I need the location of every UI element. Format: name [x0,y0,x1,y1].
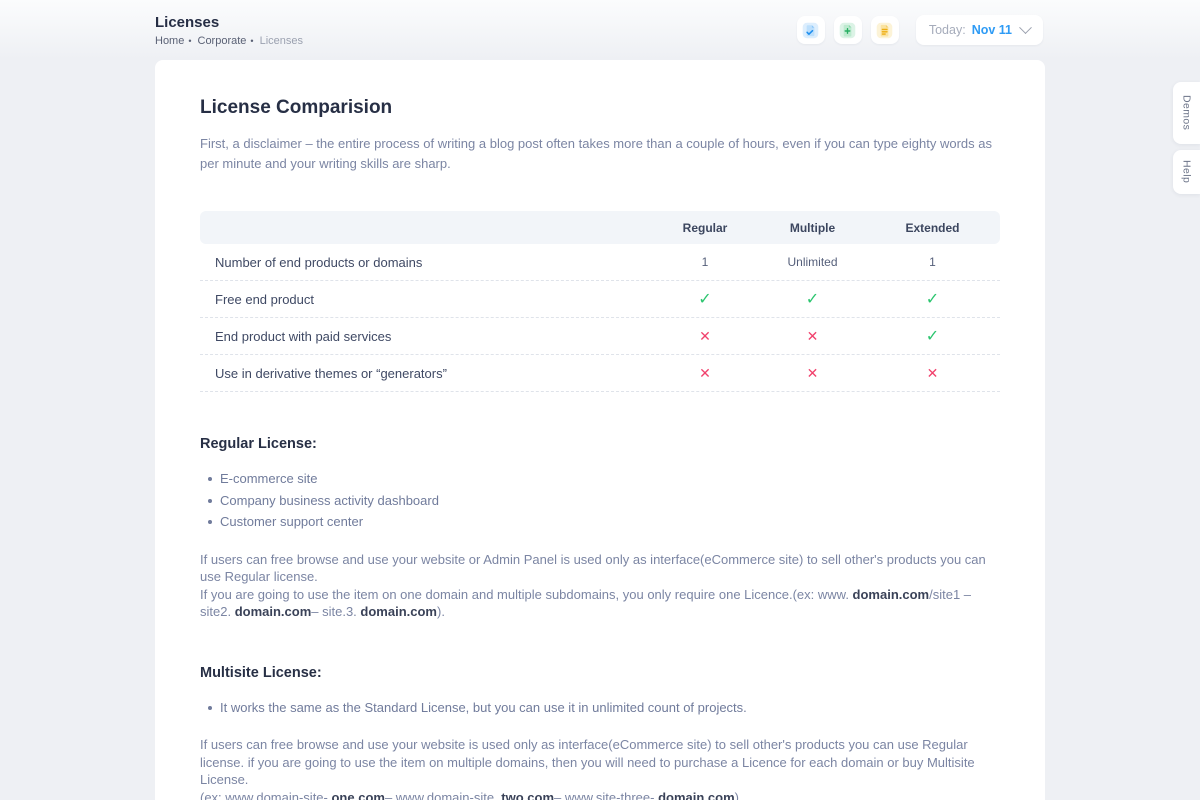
comparison-table: Regular Multiple Extended Number of end … [200,211,1000,392]
list-item: Customer support center [208,511,1000,533]
section-paragraph: If users can free browse and use your we… [200,736,1000,789]
doc-check-icon [802,22,819,39]
paragraph-text: (ex: www.domain-site- [200,790,331,800]
paragraph-text: ). [437,604,445,619]
emphasized-text: domain.com [235,604,312,619]
table-row: End product with paid services✕✕✓ [200,318,1000,355]
breadcrumb: Home•Corporate•Licenses [155,35,303,47]
emphasized-text: domain.com [658,790,735,800]
breadcrumb-item-home[interactable]: Home [155,35,184,47]
column-header-regular: Regular [650,221,760,235]
table-row: Free end product✓✓✓ [200,281,1000,318]
doc-lines-icon[interactable] [871,16,899,44]
check-icon: ✓ [865,289,1000,309]
doc-check-icon[interactable] [797,16,825,44]
emphasized-text: domain.com [360,604,437,619]
emphasized-text: domain.com [853,587,930,602]
section-paragraph: If you are going to use the item on one … [200,586,1000,621]
content-card: License Comparision First, a disclaimer … [155,60,1045,800]
bullet-list: E-commerce siteCompany business activity… [208,468,1000,533]
chevron-down-icon [1019,21,1032,34]
intro-text: First, a disclaimer – the entire process… [200,134,1000,174]
emphasized-text: one.com [331,790,384,800]
side-tab-demos[interactable]: Demos [1173,82,1200,144]
check-icon: ✓ [650,289,760,309]
emphasized-text: two.com [501,790,554,800]
breadcrumb-item-corporate[interactable]: Corporate [198,35,247,47]
date-value: Nov 11 [972,23,1012,37]
page-title: Licenses [155,14,303,31]
list-item: Company business activity dashboard [208,490,1000,512]
check-icon: ✓ [865,326,1000,346]
doc-lines-icon [876,22,893,39]
row-label: Free end product [200,292,650,307]
doc-plus-icon [839,22,856,39]
row-label: Number of end products or domains [200,255,650,270]
table-row: Use in derivative themes or “generators”… [200,355,1000,392]
main-heading: License Comparision [200,97,1000,119]
table-cell: 1 [865,255,1000,269]
cross-icon: ✕ [760,365,865,382]
bullet-list: It works the same as the Standard Licens… [208,697,1000,719]
breadcrumb-separator: • [188,36,191,46]
paragraph-text: – www.site-three- [554,790,658,800]
row-label: End product with paid services [200,329,650,344]
column-header-multiple: Multiple [760,221,865,235]
section-heading: Regular License: [200,436,1000,452]
title-block: Licenses Home•Corporate•Licenses [155,14,303,47]
breadcrumb-separator: • [250,36,253,46]
table-cell: 1 [650,255,760,269]
check-icon: ✓ [760,289,865,309]
doc-plus-icon[interactable] [834,16,862,44]
table-cell: Unlimited [760,255,865,269]
top-bar: Licenses Home•Corporate•Licenses [0,0,1200,60]
paragraph-text: ). [735,790,743,800]
cross-icon: ✕ [865,365,1000,382]
table-header-row: Regular Multiple Extended [200,211,1000,244]
cross-icon: ✕ [650,328,760,345]
paragraph-text: If users can free browse and use your we… [200,552,986,585]
list-item: It works the same as the Standard Licens… [208,697,1000,719]
side-tab-help[interactable]: Help [1173,150,1200,194]
date-selector[interactable]: Today: Nov 11 [916,15,1043,45]
paragraph-text: – site.3. [311,604,360,619]
column-header-extended: Extended [865,221,1000,235]
side-tab-demos-label: Demos [1181,95,1193,130]
table-body: Number of end products or domains1Unlimi… [200,244,1000,392]
row-label: Use in derivative themes or “generators” [200,366,650,381]
cross-icon: ✕ [650,365,760,382]
paragraph-text: If users can free browse and use your we… [200,737,975,787]
date-prefix-label: Today: [929,23,966,37]
list-item: E-commerce site [208,468,1000,490]
cross-icon: ✕ [760,328,865,345]
paragraph-text: If you are going to use the item on one … [200,587,853,602]
side-tab-help-label: Help [1181,160,1193,183]
license-section: Multisite License: It works the same as t… [200,665,1000,800]
license-sections: Regular License: E-commerce siteCompany b… [200,436,1000,800]
section-paragraph: If users can free browse and use your we… [200,551,1000,586]
section-heading: Multisite License: [200,665,1000,681]
paragraph-text: – www.domain-site. [385,790,501,800]
breadcrumb-item-licenses: Licenses [260,35,303,47]
license-section: Regular License: E-commerce siteCompany b… [200,436,1000,621]
table-row: Number of end products or domains1Unlimi… [200,244,1000,281]
section-paragraph: (ex: www.domain-site- one.com– www.domai… [200,789,1000,800]
header-actions: Today: Nov 11 [797,15,1043,45]
